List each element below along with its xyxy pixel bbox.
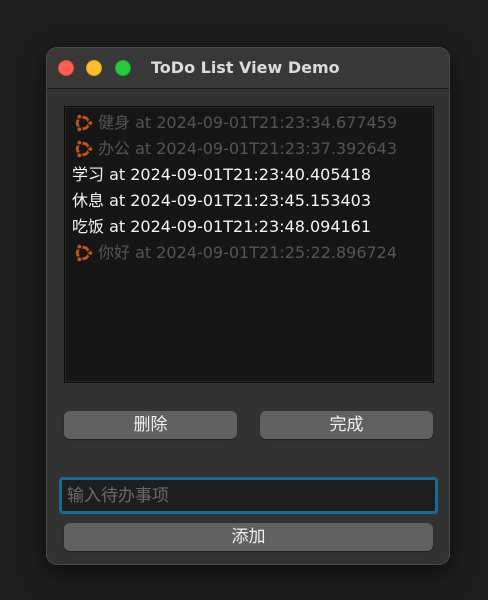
todo-input-wrapper (59, 477, 438, 514)
todo-item[interactable]: 吃饭 at 2024-09-01T21:23:48.094161 (65, 214, 433, 240)
todo-item[interactable]: 健身 at 2024-09-01T21:23:34.677459 (65, 110, 433, 136)
minimize-window-button[interactable] (86, 60, 102, 76)
todo-item-text: 休息 at 2024-09-01T21:23:45.153403 (72, 191, 372, 210)
todo-input[interactable] (64, 482, 433, 509)
todo-item[interactable]: 学习 at 2024-09-01T21:23:40.405418 (65, 162, 433, 188)
todo-item-text: 吃饭 at 2024-09-01T21:23:48.094161 (72, 217, 372, 236)
ubuntu-logo-icon (72, 136, 98, 162)
add-button[interactable]: 添加 (64, 523, 433, 551)
window-title: ToDo List View Demo (151, 58, 340, 77)
todo-item[interactable]: 办公 at 2024-09-01T21:23:37.392643 (65, 136, 433, 162)
todo-item[interactable]: 你好 at 2024-09-01T21:25:22.896724 (65, 240, 433, 266)
app-window: ToDo List View Demo 健身 at 2024-09-01T21:… (46, 47, 450, 565)
ubuntu-logo-icon (72, 240, 98, 266)
title-bar[interactable]: ToDo List View Demo (47, 48, 449, 89)
todo-item-text: 办公 at 2024-09-01T21:23:37.392643 (98, 139, 398, 158)
complete-button[interactable]: 完成 (260, 411, 433, 439)
todo-list[interactable]: 健身 at 2024-09-01T21:23:34.677459 办公 at 20… (64, 106, 434, 383)
ubuntu-logo-icon (72, 110, 98, 136)
todo-item-text: 学习 at 2024-09-01T21:23:40.405418 (72, 165, 372, 184)
todo-item-text: 你好 at 2024-09-01T21:25:22.896724 (98, 243, 398, 262)
todo-item-text: 健身 at 2024-09-01T21:23:34.677459 (98, 113, 398, 132)
delete-button[interactable]: 删除 (64, 411, 237, 439)
todo-item[interactable]: 休息 at 2024-09-01T21:23:45.153403 (65, 188, 433, 214)
close-window-button[interactable] (58, 60, 74, 76)
